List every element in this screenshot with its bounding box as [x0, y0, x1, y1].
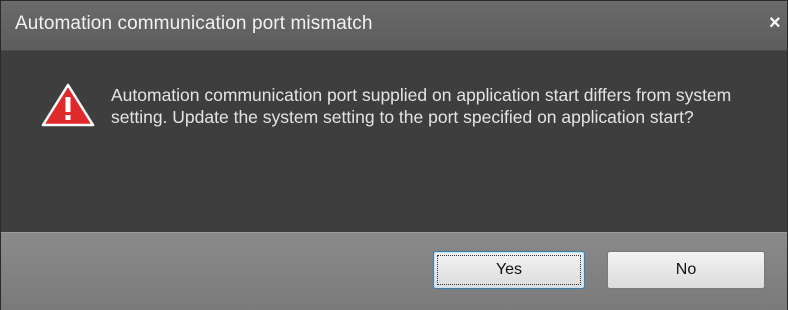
dialog-body: Automation communication port supplied o… [1, 51, 787, 231]
message-dialog: Automation communication port mismatch ×… [0, 0, 788, 310]
dialog-title: Automation communication port mismatch [15, 13, 373, 34]
close-icon[interactable]: × [769, 13, 787, 35]
dialog-message: Automation communication port supplied o… [111, 85, 732, 127]
yes-button[interactable]: Yes [433, 251, 585, 289]
focus-rectangle [437, 255, 581, 285]
warning-triangle-icon [41, 83, 95, 127]
no-button-label: No [675, 261, 697, 278]
dialog-titlebar[interactable]: Automation communication port mismatch × [1, 1, 787, 51]
no-button[interactable]: No [607, 251, 765, 289]
dialog-button-bar: Yes No [1, 232, 787, 310]
